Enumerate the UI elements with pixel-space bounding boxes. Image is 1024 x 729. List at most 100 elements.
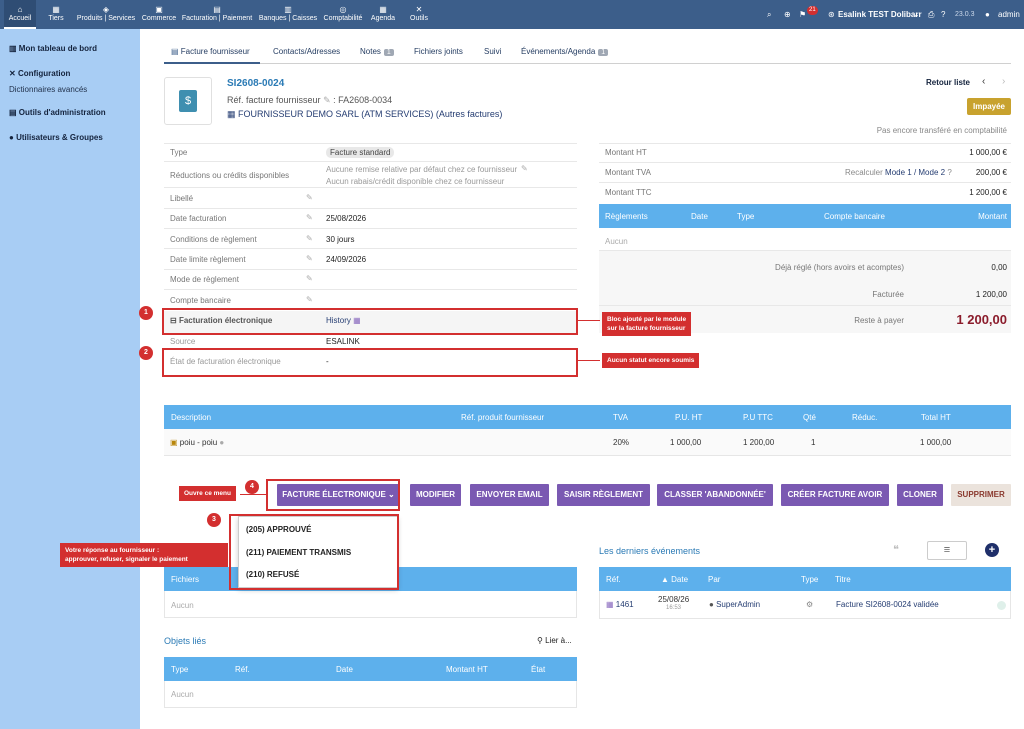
due-date-label: Date limite règlement	[170, 255, 246, 264]
user-menu[interactable]: admin	[998, 0, 1020, 29]
event-ref-link[interactable]: ▦ 1461	[606, 600, 634, 609]
tab-follow-up[interactable]: Suivi	[484, 47, 501, 56]
print-icon[interactable]: ⎙	[928, 0, 934, 29]
tab-events[interactable]: Événements/Agenda 1	[521, 47, 609, 56]
events-count-badge: 1	[598, 49, 609, 56]
top-menu-facturation-paiement[interactable]: ▤ Facturation | Paiement	[180, 0, 254, 29]
lines-col-header: Description	[171, 413, 212, 422]
previous-icon[interactable]: ‹	[982, 76, 985, 87]
lines-col-header: P.U. HT	[675, 413, 703, 422]
pencil-icon[interactable]: ✎	[521, 164, 528, 173]
sidebar-item-dashboard[interactable]: ▥ Mon tableau de bord	[0, 44, 133, 53]
top-menu-produits-services[interactable]: ◈ Produits | Services	[75, 0, 137, 29]
version-label: 23.0.3	[955, 11, 975, 18]
line-total-ht: 1 000,00	[920, 438, 952, 447]
user-icon: ●	[709, 600, 714, 609]
payments-col-header: Date	[691, 212, 708, 221]
events-col-header: Titre	[835, 575, 851, 584]
link-icon: ⚲	[537, 636, 543, 645]
reductions-label: Réductions ou crédits disponibles	[170, 171, 290, 180]
info-icon: ●	[219, 438, 225, 447]
linked-objects-title: Objets liés	[164, 636, 207, 646]
pencil-icon[interactable]: ✎	[306, 295, 313, 304]
company-selector[interactable]: Esalink TEST Dolibarr	[838, 0, 922, 29]
create-credit-note-button[interactable]: CRÉER FACTURE AVOIR	[781, 484, 889, 506]
search-icon[interactable]: ⌕	[767, 0, 771, 29]
already-paid-label: Déjà réglé (hors avoirs et acomptes)	[775, 263, 904, 272]
amount-ttc-value: 1 200,00 €	[969, 188, 1007, 197]
next-icon[interactable]: ›	[1002, 76, 1005, 87]
clone-button[interactable]: CLONER	[897, 484, 943, 506]
reductions-value-2: Aucun rabais/crédit disponible chez ce f…	[326, 177, 505, 186]
pencil-icon[interactable]: ✎	[306, 254, 313, 263]
tabs-underline	[164, 63, 1011, 64]
top-menu-label: Agenda	[370, 15, 396, 22]
mode2-link[interactable]: Mode 2	[918, 168, 945, 177]
sidebar-item-users[interactable]: ● Utilisateurs & Groupes	[0, 133, 133, 142]
bell-icon[interactable]: ⚑	[799, 0, 806, 29]
calendar-icon: ▦	[379, 5, 387, 14]
pencil-icon[interactable]: ✎	[306, 193, 313, 202]
amount-ttc-label: Montant TTC	[605, 188, 652, 197]
linked-table-body	[164, 681, 577, 708]
help-icon[interactable]: ?	[941, 0, 945, 29]
comments-icon[interactable]: ❝	[893, 543, 899, 556]
list-view-icon[interactable]: ≡	[927, 541, 967, 560]
event-time: 16:53	[666, 605, 682, 611]
tab-supplier-invoice[interactable]: ▤ Facture fournisseur	[171, 47, 250, 56]
supplier-link[interactable]: ▦ FOURNISSEUR DEMO SARL (ATM SERVICES) (…	[227, 109, 502, 120]
plus-circle-icon[interactable]: ⊕	[784, 0, 791, 29]
tab-attached-files[interactable]: Fichiers joints	[414, 47, 463, 56]
top-menu-commerce[interactable]: ▣ Commerce	[140, 0, 178, 29]
sidebar-item-admin-tools[interactable]: ▤ Outils d'administration	[0, 108, 133, 117]
modify-button[interactable]: MODIFIER	[410, 484, 461, 506]
annotation-box-dropdown	[229, 514, 399, 590]
callout-open-menu: Ouvre ce menu	[179, 486, 236, 501]
annotation-number: 4	[245, 480, 259, 494]
top-menu-banques-caisses[interactable]: ▥ Banques | Caisses	[257, 0, 319, 29]
top-menu-comptabilité[interactable]: ◎ Comptabilité	[321, 0, 365, 29]
chart-icon: ▥	[9, 44, 17, 53]
remain-to-pay-value: 1 200,00	[956, 312, 1007, 327]
send-email-button[interactable]: ENVOYER EMAIL	[470, 484, 549, 506]
callout-no-status: Aucun statut encore soumis	[602, 353, 700, 368]
chevron-down-icon[interactable]: ⌄	[913, 0, 920, 29]
payments-col-header: Type	[737, 212, 755, 221]
sidebar-item-dictionaries[interactable]: Dictionnaires avancés	[0, 85, 133, 94]
pencil-icon[interactable]: ✎	[306, 274, 313, 283]
notification-count-badge: 21	[807, 6, 818, 15]
top-menu-tiers[interactable]: ▦ Tiers	[41, 0, 71, 29]
line-vat: 20%	[613, 438, 630, 447]
event-user-link[interactable]: ● SuperAdmin	[709, 600, 760, 609]
link-to-button[interactable]: ⚲ Lier à...	[537, 636, 572, 645]
already-paid-value: 0,00	[991, 263, 1007, 272]
callout-module-block: Bloc ajouté par le module sur la facture…	[602, 312, 692, 336]
user-icon: ●	[985, 10, 990, 19]
top-menu-label: Accueil	[8, 15, 32, 22]
files-none: Aucun	[171, 601, 194, 610]
user-icon: ●	[9, 133, 14, 142]
tab-contacts[interactable]: Contacts/Adresses	[273, 47, 340, 56]
pencil-icon[interactable]: ✎	[306, 234, 313, 243]
event-status-dot	[997, 601, 1006, 610]
mode1-link[interactable]: Mode 1	[885, 168, 912, 177]
tab-notes[interactable]: Notes 1	[360, 47, 394, 56]
pencil-icon[interactable]: ✎	[323, 95, 331, 105]
calendar-icon: ▦	[606, 600, 614, 609]
enter-payment-button[interactable]: SAISIR RÈGLEMENT	[557, 484, 650, 506]
payments-col-header: Compte bancaire	[824, 212, 885, 221]
top-menu-accueil[interactable]: ⌂ Accueil	[4, 0, 36, 29]
back-to-list-link[interactable]: Retour liste	[926, 78, 970, 87]
pencil-icon[interactable]: ✎	[306, 213, 313, 222]
event-title-link[interactable]: Facture SI2608-0024 validée	[836, 600, 939, 609]
invoice-ref: SI2608-0024	[227, 78, 285, 89]
events-col-header: Réf.	[606, 575, 621, 584]
top-menu-agenda[interactable]: ▦ Agenda	[367, 0, 399, 29]
delete-button[interactable]: SUPPRIMER	[951, 484, 1011, 506]
add-event-icon[interactable]: +	[985, 543, 999, 557]
building-icon: ▦	[52, 5, 60, 14]
sidebar-item-configuration[interactable]: ✕ Configuration	[0, 69, 133, 78]
classify-abandoned-button[interactable]: CLASSER 'ABANDONNÉE'	[657, 484, 773, 506]
top-menu-outils[interactable]: ✕ Outils	[407, 0, 431, 29]
line-description[interactable]: ▣ poiu - poiu ●	[170, 438, 224, 447]
